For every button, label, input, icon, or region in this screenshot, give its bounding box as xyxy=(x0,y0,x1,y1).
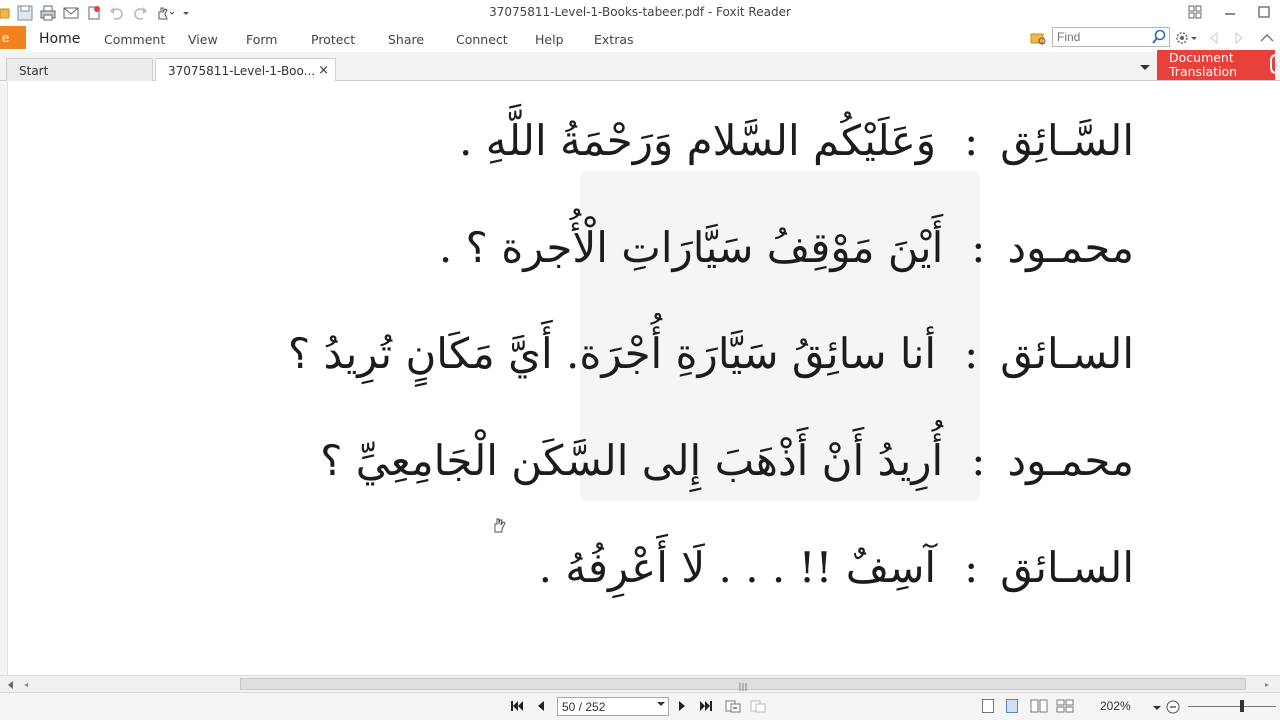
menu-form[interactable]: Form xyxy=(246,32,278,47)
go-back-view-icon[interactable] xyxy=(725,698,741,714)
speech-text: أُرِيدُ أَنْ أَذْهَبَ إِلى السَّكَن الْج… xyxy=(320,436,944,485)
translation-label-line1: Document xyxy=(1169,50,1234,65)
minimize-icon[interactable] xyxy=(1219,3,1241,21)
speaker-name: السَّـائِق xyxy=(1000,116,1134,165)
status-bar: 50 / 252 202% xyxy=(0,692,1280,720)
menu-extras[interactable]: Extras xyxy=(594,32,634,47)
first-page-icon[interactable] xyxy=(509,698,525,714)
scroll-right-icon[interactable] xyxy=(1262,679,1272,693)
menu-comment[interactable]: Comment xyxy=(104,32,165,47)
scrollbar-thumb[interactable] xyxy=(240,678,1246,691)
tab-start[interactable]: Start xyxy=(6,58,153,81)
title-bar: 37075811-Level-1-Books-tabeer.pdf - Foxi… xyxy=(0,0,1280,26)
speaker-colon: : xyxy=(964,543,979,592)
tab-list-dropdown-icon[interactable] xyxy=(1139,61,1151,76)
speaker-name: محمـود xyxy=(1007,436,1134,485)
menu-protect[interactable]: Protect xyxy=(311,32,355,47)
scroll-left-arrow-icon[interactable] xyxy=(22,679,30,693)
speaker-name: السـائق xyxy=(1000,543,1134,592)
continuous-view-icon[interactable] xyxy=(1006,699,1018,713)
zoom-dropdown-icon[interactable] xyxy=(1153,701,1161,715)
close-tab-icon[interactable]: × xyxy=(318,63,329,78)
document-view[interactable]: السَّـائِق : وَعَلَيْكُم السَّلام وَرَحْ… xyxy=(0,81,1280,675)
translation-label-line2: Translation xyxy=(1169,64,1238,79)
scroll-left-icon[interactable] xyxy=(6,679,16,693)
document-tab-bar: Start 37075811-Level-1-Boo... × xyxy=(0,52,1280,82)
speaker-colon: : xyxy=(971,223,986,272)
tab-document[interactable]: 37075811-Level-1-Boo... × xyxy=(155,58,336,82)
search-icon[interactable] xyxy=(1151,29,1167,48)
page-dropdown-icon[interactable] xyxy=(657,700,665,710)
zoom-level[interactable]: 202% xyxy=(1100,699,1131,713)
speaker-colon: : xyxy=(964,116,979,165)
speech-text: وَعَلَيْكُم السَّلام وَرَحْمَةُ اللَّهِ … xyxy=(459,116,937,165)
collapse-ribbon-icon[interactable] xyxy=(1258,30,1276,49)
facing-view-icon[interactable] xyxy=(1030,699,1048,716)
speech-text: أَيْنَ مَوْقِفُ سَيَّارَاتِ الْأُجرة ؟ . xyxy=(438,223,944,272)
tab-label: Start xyxy=(19,64,49,78)
find-input[interactable] xyxy=(1053,28,1149,46)
next-page-icon[interactable] xyxy=(674,698,690,714)
page-number-field[interactable]: 50 / 252 xyxy=(557,697,669,716)
previous-page-icon[interactable] xyxy=(533,698,549,714)
menu-help[interactable]: Help xyxy=(535,32,564,47)
hand-cursor-icon xyxy=(492,517,506,538)
single-page-view-icon[interactable] xyxy=(982,699,994,713)
search-next-icon[interactable] xyxy=(1233,30,1245,49)
speaker-name: محمـود xyxy=(1007,223,1134,272)
tab-label: 37075811-Level-1-Boo... xyxy=(168,64,316,78)
zoom-out-icon[interactable] xyxy=(1165,699,1181,718)
dialogue-line: السـائق : آسِفٌ !! . . . لَا أَعْرِفُهُ … xyxy=(539,543,1134,592)
menu-connect[interactable]: Connect xyxy=(456,32,508,47)
menu-view[interactable]: View xyxy=(188,32,218,47)
last-page-icon[interactable] xyxy=(698,698,714,714)
dialogue-line: محمـود : أَيْنَ مَوْقِفُ سَيَّارَاتِ الْ… xyxy=(439,223,1134,272)
menu-home[interactable]: Home xyxy=(39,31,80,47)
window-title: 37075811-Level-1-Books-tabeer.pdf - Foxi… xyxy=(489,5,791,19)
horizontal-scrollbar[interactable] xyxy=(0,675,1280,692)
ribbon-menu-bar: e Home Comment View Form Protect Share C… xyxy=(0,26,1280,52)
find-folder-icon[interactable] xyxy=(1030,30,1046,49)
navigation-panel-gutter[interactable] xyxy=(0,81,8,675)
page-number-value: 50 / 252 xyxy=(562,700,606,714)
speaker-name: السـائق xyxy=(1000,329,1134,378)
document-translation-button[interactable]: Document Translation xyxy=(1157,50,1278,80)
settings-gear-icon[interactable] xyxy=(1175,30,1199,49)
maximize-icon[interactable] xyxy=(1253,3,1275,21)
speech-text: أنا سائِقُ سَيَّارَةِ أُجْرَة. أَيَّ مَك… xyxy=(287,329,937,378)
search-previous-icon[interactable] xyxy=(1208,30,1220,49)
translation-edge-icon xyxy=(1270,54,1278,74)
dialogue-line: السـائق : أنا سائِقُ سَيَّارَةِ أُجْرَة.… xyxy=(288,329,1134,378)
dialogue-line: السَّـائِق : وَعَلَيْكُم السَّلام وَرَحْ… xyxy=(459,116,1134,165)
zoom-slider-track[interactable] xyxy=(1188,706,1276,707)
go-forward-view-icon[interactable] xyxy=(750,698,766,714)
zoom-slider-thumb[interactable] xyxy=(1240,700,1244,712)
restore-icon[interactable] xyxy=(1184,3,1206,21)
file-tab[interactable]: e xyxy=(0,26,26,49)
speaker-colon: : xyxy=(964,329,979,378)
speech-text: آسِفٌ !! . . . لَا أَعْرِفُهُ . xyxy=(538,543,937,592)
continuous-facing-view-icon[interactable] xyxy=(1056,699,1074,716)
find-field[interactable] xyxy=(1052,27,1170,47)
menu-share[interactable]: Share xyxy=(388,32,424,47)
speaker-colon: : xyxy=(971,436,986,485)
dialogue-line: محمـود : أُرِيدُ أَنْ أَذْهَبَ إِلى السَ… xyxy=(320,436,1134,485)
